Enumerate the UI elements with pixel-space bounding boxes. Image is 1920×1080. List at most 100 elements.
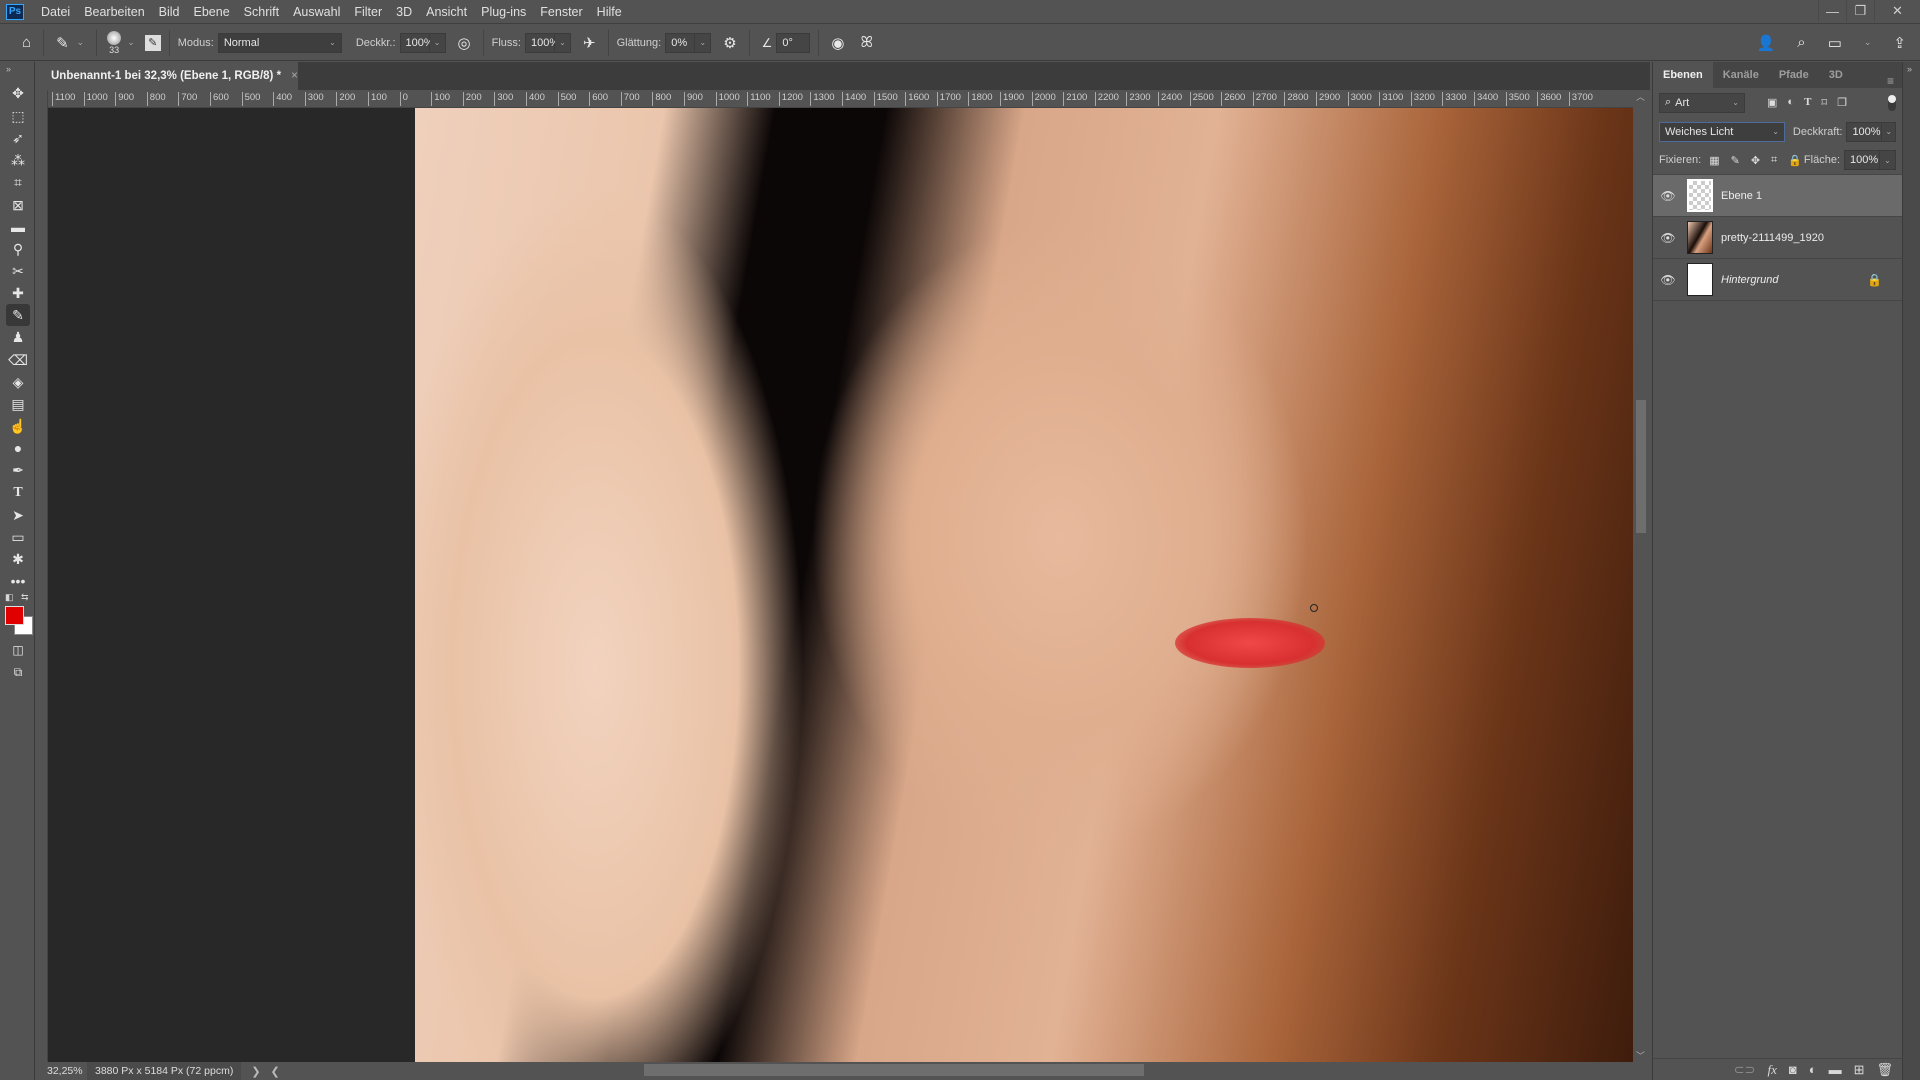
- layer-opacity-input[interactable]: 100%: [1846, 121, 1883, 142]
- share-icon[interactable]: ⇪: [1889, 34, 1910, 52]
- vertical-scrollbar[interactable]: ︿ ﹀: [1633, 90, 1649, 1062]
- opacity-dropdown[interactable]: ⌄: [429, 32, 446, 53]
- menu-datei[interactable]: Datei: [34, 5, 77, 19]
- lock-pixels-icon[interactable]: ✎: [1731, 154, 1740, 167]
- layer-item[interactable]: 👁 Ebene 1: [1653, 175, 1902, 217]
- eraser-tool-icon[interactable]: ⌫: [6, 349, 30, 371]
- foreground-color-swatch[interactable]: [5, 606, 24, 625]
- more-tools-icon[interactable]: •••: [6, 570, 30, 592]
- marquee-tool-icon[interactable]: ⬚: [6, 105, 30, 127]
- lock-all-icon[interactable]: 🔒: [1788, 154, 1802, 167]
- share-user-icon[interactable]: 👤: [1753, 34, 1780, 52]
- layer-filter-select[interactable]: ⌕ Art ⌄: [1659, 92, 1745, 113]
- layer-style-fx-icon[interactable]: fx: [1767, 1062, 1776, 1078]
- status-next-icon[interactable]: ❯: [241, 1065, 270, 1078]
- document-info[interactable]: 3880 Px x 5184 Px (72 ppcm): [87, 1062, 242, 1080]
- type-tool-icon[interactable]: T: [6, 482, 30, 504]
- brush-size-picker[interactable]: 33: [107, 30, 122, 55]
- content-aware-move-tool-icon[interactable]: ✂: [6, 260, 30, 282]
- screen-mode-icon[interactable]: ⧉: [6, 661, 30, 683]
- ruler-tool-icon[interactable]: ▬: [6, 216, 30, 238]
- lock-transparency-icon[interactable]: ▦: [1709, 154, 1719, 167]
- smudge-tool-icon[interactable]: ☝: [6, 415, 30, 437]
- menu-hilfe[interactable]: Hilfe: [590, 5, 629, 19]
- healing-brush-tool-icon[interactable]: ✚: [6, 282, 30, 304]
- rectangle-tool-icon[interactable]: ▭: [6, 526, 30, 548]
- zoom-level[interactable]: 32,25%: [35, 1065, 87, 1077]
- angle-input[interactable]: 0°: [776, 32, 811, 53]
- quick-mask-icon[interactable]: ◫: [6, 639, 30, 661]
- close-window-button[interactable]: ✕: [1874, 0, 1920, 22]
- menu-ebene[interactable]: Ebene: [187, 5, 237, 19]
- expand-icon[interactable]: »: [6, 64, 11, 74]
- visibility-eye-icon[interactable]: 👁: [1653, 231, 1683, 245]
- flow-dropdown[interactable]: ⌄: [554, 32, 571, 53]
- eyedropper-tool-icon[interactable]: ⚲: [6, 238, 30, 260]
- tab-pfade[interactable]: Pfade: [1769, 62, 1819, 88]
- dodge-tool-icon[interactable]: ●: [6, 437, 30, 459]
- fill-dropdown[interactable]: ⌄: [1880, 150, 1896, 170]
- menu-filter[interactable]: Filter: [347, 5, 389, 19]
- scroll-left-icon[interactable]: ❮: [271, 1065, 280, 1078]
- scroll-up-icon[interactable]: ︿: [1636, 90, 1645, 103]
- pen-tool-icon[interactable]: ✒: [6, 459, 30, 481]
- frame-tool-icon[interactable]: ⊠: [6, 194, 30, 216]
- pressure-opacity-icon[interactable]: ◎: [454, 34, 475, 52]
- portrait-photo[interactable]: [415, 108, 1633, 1062]
- custom-shape-tool-icon[interactable]: ✱: [6, 548, 30, 570]
- new-layer-icon[interactable]: ⊞: [1854, 1062, 1865, 1078]
- menu-bearbeiten[interactable]: Bearbeiten: [77, 5, 151, 19]
- filter-adjustment-icon[interactable]: ◐: [1787, 96, 1794, 109]
- home-icon[interactable]: ⌂: [18, 34, 35, 51]
- new-group-icon[interactable]: ▬: [1829, 1062, 1842, 1077]
- tab-3d[interactable]: 3D: [1819, 62, 1853, 88]
- symmetry-icon[interactable]: ꕤ: [857, 34, 877, 51]
- link-layers-icon[interactable]: ⊂⊃: [1734, 1062, 1756, 1078]
- visibility-eye-icon[interactable]: 👁: [1653, 189, 1683, 203]
- tab-ebenen[interactable]: Ebenen: [1653, 62, 1713, 88]
- paint-bucket-tool-icon[interactable]: ◈: [6, 371, 30, 393]
- filter-smartobject-icon[interactable]: ❐: [1837, 96, 1847, 109]
- chevron-down-icon[interactable]: ⌄: [73, 37, 89, 48]
- tab-kanaele[interactable]: Kanäle: [1713, 62, 1769, 88]
- filter-shape-icon[interactable]: ⌑: [1821, 96, 1827, 109]
- vertical-ruler[interactable]: [35, 90, 48, 1062]
- lock-artboard-icon[interactable]: ⌗: [1771, 154, 1777, 167]
- chevron-down-icon[interactable]: ⌄: [1860, 37, 1876, 48]
- restore-button[interactable]: ❐: [1846, 0, 1874, 22]
- airbrush-icon[interactable]: ✈: [579, 34, 600, 52]
- close-tab-icon[interactable]: ×: [291, 70, 298, 82]
- menu-plugins[interactable]: Plug-ins: [474, 5, 533, 19]
- horizontal-scrollbar[interactable]: [48, 1062, 1633, 1080]
- smoothing-input[interactable]: 0%: [665, 32, 696, 53]
- lock-position-icon[interactable]: ✥: [1751, 154, 1760, 167]
- quick-selection-tool-icon[interactable]: ⁂: [6, 149, 30, 171]
- horizontal-scroll-thumb[interactable]: [644, 1064, 1144, 1076]
- menu-3d[interactable]: 3D: [389, 5, 419, 19]
- layer-item[interactable]: 👁 Hintergrund 🔒: [1653, 259, 1902, 301]
- vertical-scroll-thumb[interactable]: [1636, 400, 1646, 533]
- blend-mode-select[interactable]: Weiches Licht ⌄: [1659, 121, 1785, 142]
- panel-menu-icon[interactable]: ≡: [1887, 74, 1902, 88]
- opacity-input[interactable]: 100%: [399, 32, 434, 53]
- scroll-down-icon[interactable]: ﹀: [1636, 1049, 1645, 1062]
- chevron-down-icon[interactable]: ⌄: [123, 37, 139, 48]
- menu-bild[interactable]: Bild: [152, 5, 187, 19]
- layer-opacity-dropdown[interactable]: ⌄: [1882, 121, 1896, 142]
- minimize-button[interactable]: —: [1818, 0, 1846, 22]
- mode-select[interactable]: Normal ⌄: [217, 32, 342, 53]
- menu-fenster[interactable]: Fenster: [533, 5, 589, 19]
- canvas-area[interactable]: [48, 108, 1633, 1062]
- filter-pixel-icon[interactable]: ▣: [1767, 96, 1777, 109]
- add-mask-icon[interactable]: ◙: [1789, 1062, 1797, 1077]
- crop-tool-icon[interactable]: ⌗: [6, 171, 30, 193]
- visibility-eye-icon[interactable]: 👁: [1653, 273, 1683, 287]
- gradient-tool-icon[interactable]: ▤: [6, 393, 30, 415]
- delete-layer-icon[interactable]: 🗑: [1876, 1062, 1893, 1078]
- clone-stamp-tool-icon[interactable]: ♟: [6, 326, 30, 348]
- menu-auswahl[interactable]: Auswahl: [286, 5, 347, 19]
- search-icon[interactable]: ⌕: [1793, 34, 1809, 51]
- document-tab[interactable]: Unbenannt-1 bei 32,3% (Ebene 1, RGB/8) *…: [44, 62, 298, 90]
- layer-item[interactable]: 👁 pretty-2111499_1920: [1653, 217, 1902, 259]
- flow-input[interactable]: 100%: [524, 32, 559, 53]
